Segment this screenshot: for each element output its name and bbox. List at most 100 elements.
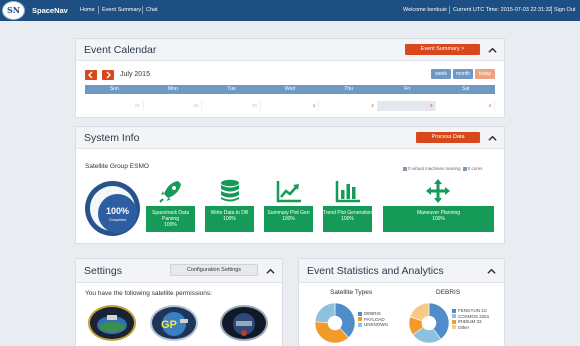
task-write-db[interactable]: Write Data to DB 100% [205, 206, 254, 232]
nav-divider [142, 6, 143, 14]
week-view-button[interactable]: week [431, 69, 451, 79]
weekday-label: Tue [227, 86, 236, 92]
move-arrows-icon [426, 179, 450, 203]
legend-swatch [358, 322, 362, 327]
satellite-types-pie-chart [314, 302, 356, 344]
legend-swatch [358, 311, 362, 316]
calendar-day[interactable]: 2 [319, 101, 378, 111]
ring-gap: 100% Completed [90, 186, 137, 233]
weekday-label: Wed [284, 86, 296, 92]
legend-label: DEBRIS [364, 311, 381, 316]
welcome-text: Welcome benbuie [403, 7, 447, 13]
configuration-settings-button[interactable]: Configuration Settings [170, 264, 258, 276]
today-button[interactable]: today [475, 69, 495, 79]
satellite-group-label: Satellite Group ESMO [85, 163, 149, 170]
weekday-label: Sat [462, 86, 470, 92]
panel-header: Event Statistics and Analytics [299, 259, 504, 283]
completion-center: 100% Completed [98, 194, 137, 233]
panel-header: System Info Process Data [76, 127, 504, 149]
chevron-up-icon[interactable] [266, 267, 275, 276]
panel-title: System Info [84, 132, 140, 144]
event-summary-button[interactable]: Event Summary > [405, 44, 480, 55]
calendar-week-row: 28 29 30 1 2 3 4 [85, 101, 496, 111]
task-value: 100% [164, 222, 177, 228]
cores-text: 0 cores [467, 166, 483, 171]
legend-label: PAYLOAD [364, 316, 385, 322]
weekday-label: Fri [404, 86, 411, 92]
task-value: 100% [432, 216, 445, 222]
legend-label: IRIDIUM 33 [458, 319, 482, 324]
panel-title: Settings [84, 265, 122, 277]
calendar-day[interactable]: 4 [436, 101, 496, 111]
calendar-day-today[interactable]: 3 [377, 101, 437, 111]
cpu-icon [462, 166, 467, 171]
debris-chart-title: DEBRIS [436, 289, 461, 296]
task-label: Spacetrack Data Parsing [152, 210, 189, 222]
legend-swatch [452, 314, 456, 319]
legend-item: Other [452, 325, 489, 331]
nav-chat-link[interactable]: Chat [146, 7, 158, 13]
svg-text:GP: GP [161, 319, 177, 331]
satellite-types-legend: DEBRIS PAYLOAD UNKNOWN [358, 311, 388, 328]
panel-header: Event Calendar Event Summary > [76, 39, 504, 61]
legend-label: UNKNOWN [364, 322, 388, 327]
legend-label: Other [458, 324, 470, 330]
legend-swatch [358, 317, 362, 322]
legend-label: FENGYUN 1C [458, 308, 488, 313]
nav-divider [551, 6, 552, 14]
weekday-label: Mon [168, 86, 178, 92]
legend-swatch [452, 325, 456, 330]
pie-slice-unknown[interactable] [314, 302, 336, 323]
nav-divider [98, 6, 99, 14]
vm-status: 0 virtual machines running 0 cores [402, 166, 483, 171]
gpm-mission-badge[interactable]: GP [150, 305, 198, 341]
bar-chart-icon [335, 181, 360, 203]
task-value: 100% [223, 216, 236, 222]
task-summary-plot[interactable]: Summary Plot Gen 100% [264, 206, 313, 232]
calendar-day[interactable]: 29 [144, 101, 203, 111]
utc-time: Current UTC Time: 2015-07-03 22:31:32 [453, 7, 552, 13]
nav-divider [449, 6, 450, 14]
calendar-day[interactable]: 28 [85, 101, 144, 111]
brand-name[interactable]: SpaceNav [32, 6, 68, 15]
chevron-up-icon[interactable] [488, 134, 497, 143]
mission-patch-icon [97, 315, 127, 334]
spacenav-logo[interactable]: SN [2, 1, 25, 20]
nav-event-summary-link[interactable]: Event Summary [102, 7, 141, 13]
line-chart-icon [276, 181, 301, 203]
satellite-mission-badge[interactable] [88, 305, 136, 341]
debris-legend: FENGYUN 1C COSMOS 2251 IRIDIUM 33 Other [452, 308, 489, 330]
task-spacetrack-parsing[interactable]: Spacetrack Data Parsing 100% [146, 206, 195, 232]
task-value: 100% [282, 216, 295, 222]
calendar-day[interactable]: 1 [261, 101, 320, 111]
task-trend-plot[interactable]: Trend Plot Generation 100% [323, 206, 372, 232]
nav-home-link[interactable]: Home [80, 7, 95, 13]
month-view-button[interactable]: month [453, 69, 473, 79]
task-maneuver-planning[interactable]: Maneuver Planning 100% [383, 206, 494, 232]
vm-running-text: 0 virtual machines running [408, 166, 461, 171]
satellite-mission-badge[interactable] [220, 305, 268, 341]
legend-swatch [452, 319, 456, 324]
legend-label: COSMOS 2251 [458, 313, 490, 319]
weekday-label: Thu [344, 86, 353, 92]
rocket-icon [159, 181, 181, 203]
mission-patch-icon [233, 313, 255, 336]
panel-title: Event Calendar [84, 44, 157, 56]
legend-item: UNKNOWN [358, 322, 388, 328]
process-data-button[interactable]: Process Data [416, 132, 480, 143]
task-value: 100% [341, 216, 354, 222]
weekday-label: Sun [109, 86, 119, 92]
gpm-patch-icon: GP [161, 312, 188, 336]
satellite-types-title: Satellite Types [330, 289, 373, 296]
chevron-up-icon[interactable] [487, 267, 496, 276]
completion-ring: 100% Completed [85, 181, 140, 236]
completion-percent: 100% [105, 206, 130, 216]
prev-month-button[interactable] [85, 70, 97, 80]
sign-out-link[interactable]: Sign Out [554, 7, 575, 13]
chevron-up-icon[interactable] [488, 46, 497, 55]
calendar-day[interactable]: 30 [202, 101, 261, 111]
legend-swatch [452, 308, 456, 313]
debris-pie-chart [408, 302, 450, 344]
chevron-left-icon [88, 71, 93, 79]
next-month-button[interactable] [102, 70, 114, 80]
